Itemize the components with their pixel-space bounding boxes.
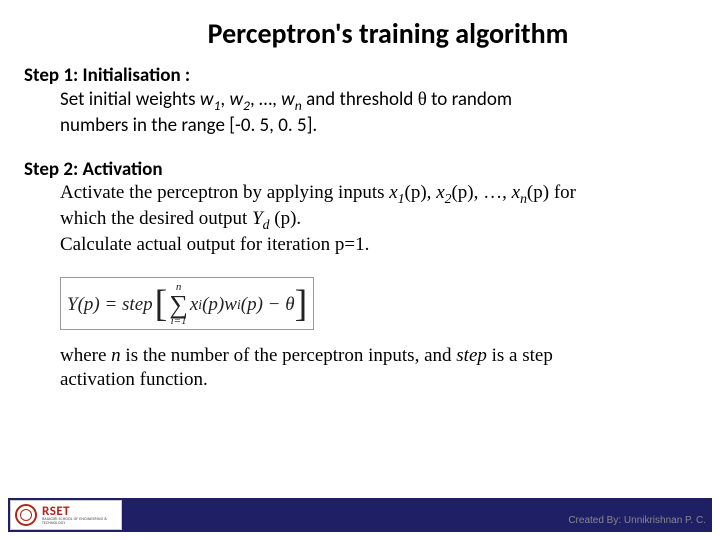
theta: θ [418,89,427,110]
logo-sub: RAJAGIRI SCHOOL OF ENGINEERING & TECHNOL… [42,518,117,526]
var-x2: x [436,182,444,203]
bracket-left: [ [155,289,168,319]
term-ptheta: (p) − θ [241,294,295,316]
step2-body: Activate the perceptron by applying inpu… [24,181,696,257]
sub-1: 1 [398,191,405,206]
slide-title: Perceptron's training algorithm [24,18,696,50]
var-step: step [456,345,487,366]
var-x1: x [389,182,397,203]
text: is the number of the perceptron inputs, … [121,345,457,366]
logo-main: RSET [42,505,117,518]
logo-box: RSET RAJAGIRI SCHOOL OF ENGINEERING & TE… [10,500,122,530]
step2-heading: Step 2: Activation [24,158,696,182]
xpn: (p) [527,182,554,203]
sub-n: n [520,191,527,206]
var-wn: w [281,88,295,111]
text: numbers in the range [-0. 5, 0. 5]. [60,114,317,137]
text: activation function. [60,369,208,390]
formula-box: Y(p) = step [ n ∑ i=1 xi(p)wi(p) − θ ] [60,277,314,330]
text: is a step [487,345,553,366]
term-xi: x [190,294,198,316]
sub-d: d [263,217,270,232]
Ydp: (p). [270,208,302,229]
sigma-symbol: ∑ [169,293,188,316]
sigma-lower: i=1 [171,316,187,327]
logo-text: RSET RAJAGIRI SCHOOL OF ENGINEERING & TE… [42,505,117,526]
sub-n: n [295,97,302,114]
step1-heading: Step 1: Initialisation : [24,64,696,88]
sub-2: 2 [243,97,250,114]
for: for [554,182,576,203]
text: which the desired output [60,208,252,229]
xp2: (p), …, [451,182,511,203]
text: and threshold [302,88,418,111]
text: Calculate actual output for iteration p=… [60,234,369,255]
logo-emblem-icon [15,504,37,526]
var-Yd: Y [252,208,263,229]
var-w1: w [200,88,214,111]
formula-container: Y(p) = step [ n ∑ i=1 xi(p)wi(p) − θ ] [24,277,696,330]
credit-text: Created By: Unnikrishnan P. C. [568,515,706,526]
text: where [60,345,111,366]
xp1: (p), [405,182,437,203]
text: Set initial weights [60,88,200,111]
comma-ellipsis: , …, [250,88,281,111]
closing-text: where n is the number of the perceptron … [24,344,696,392]
term-pwi: (p)w [202,294,237,316]
formula: Y(p) = step [ n ∑ i=1 xi(p)wi(p) − θ ] [67,282,307,327]
sigma-block: n ∑ i=1 [169,282,188,327]
var-xn: x [512,182,520,203]
text: to random [427,88,512,111]
step1-body: Set initial weights w1, w2, …, wn and th… [24,88,696,138]
var-n: n [111,345,121,366]
bracket-right: ] [295,289,308,319]
formula-lhs: Y(p) = step [67,294,153,316]
var-w2: w [229,88,243,111]
slide-container: Perceptron's training algorithm Step 1: … [0,0,720,540]
text: Activate the perceptron by applying inpu… [60,182,389,203]
